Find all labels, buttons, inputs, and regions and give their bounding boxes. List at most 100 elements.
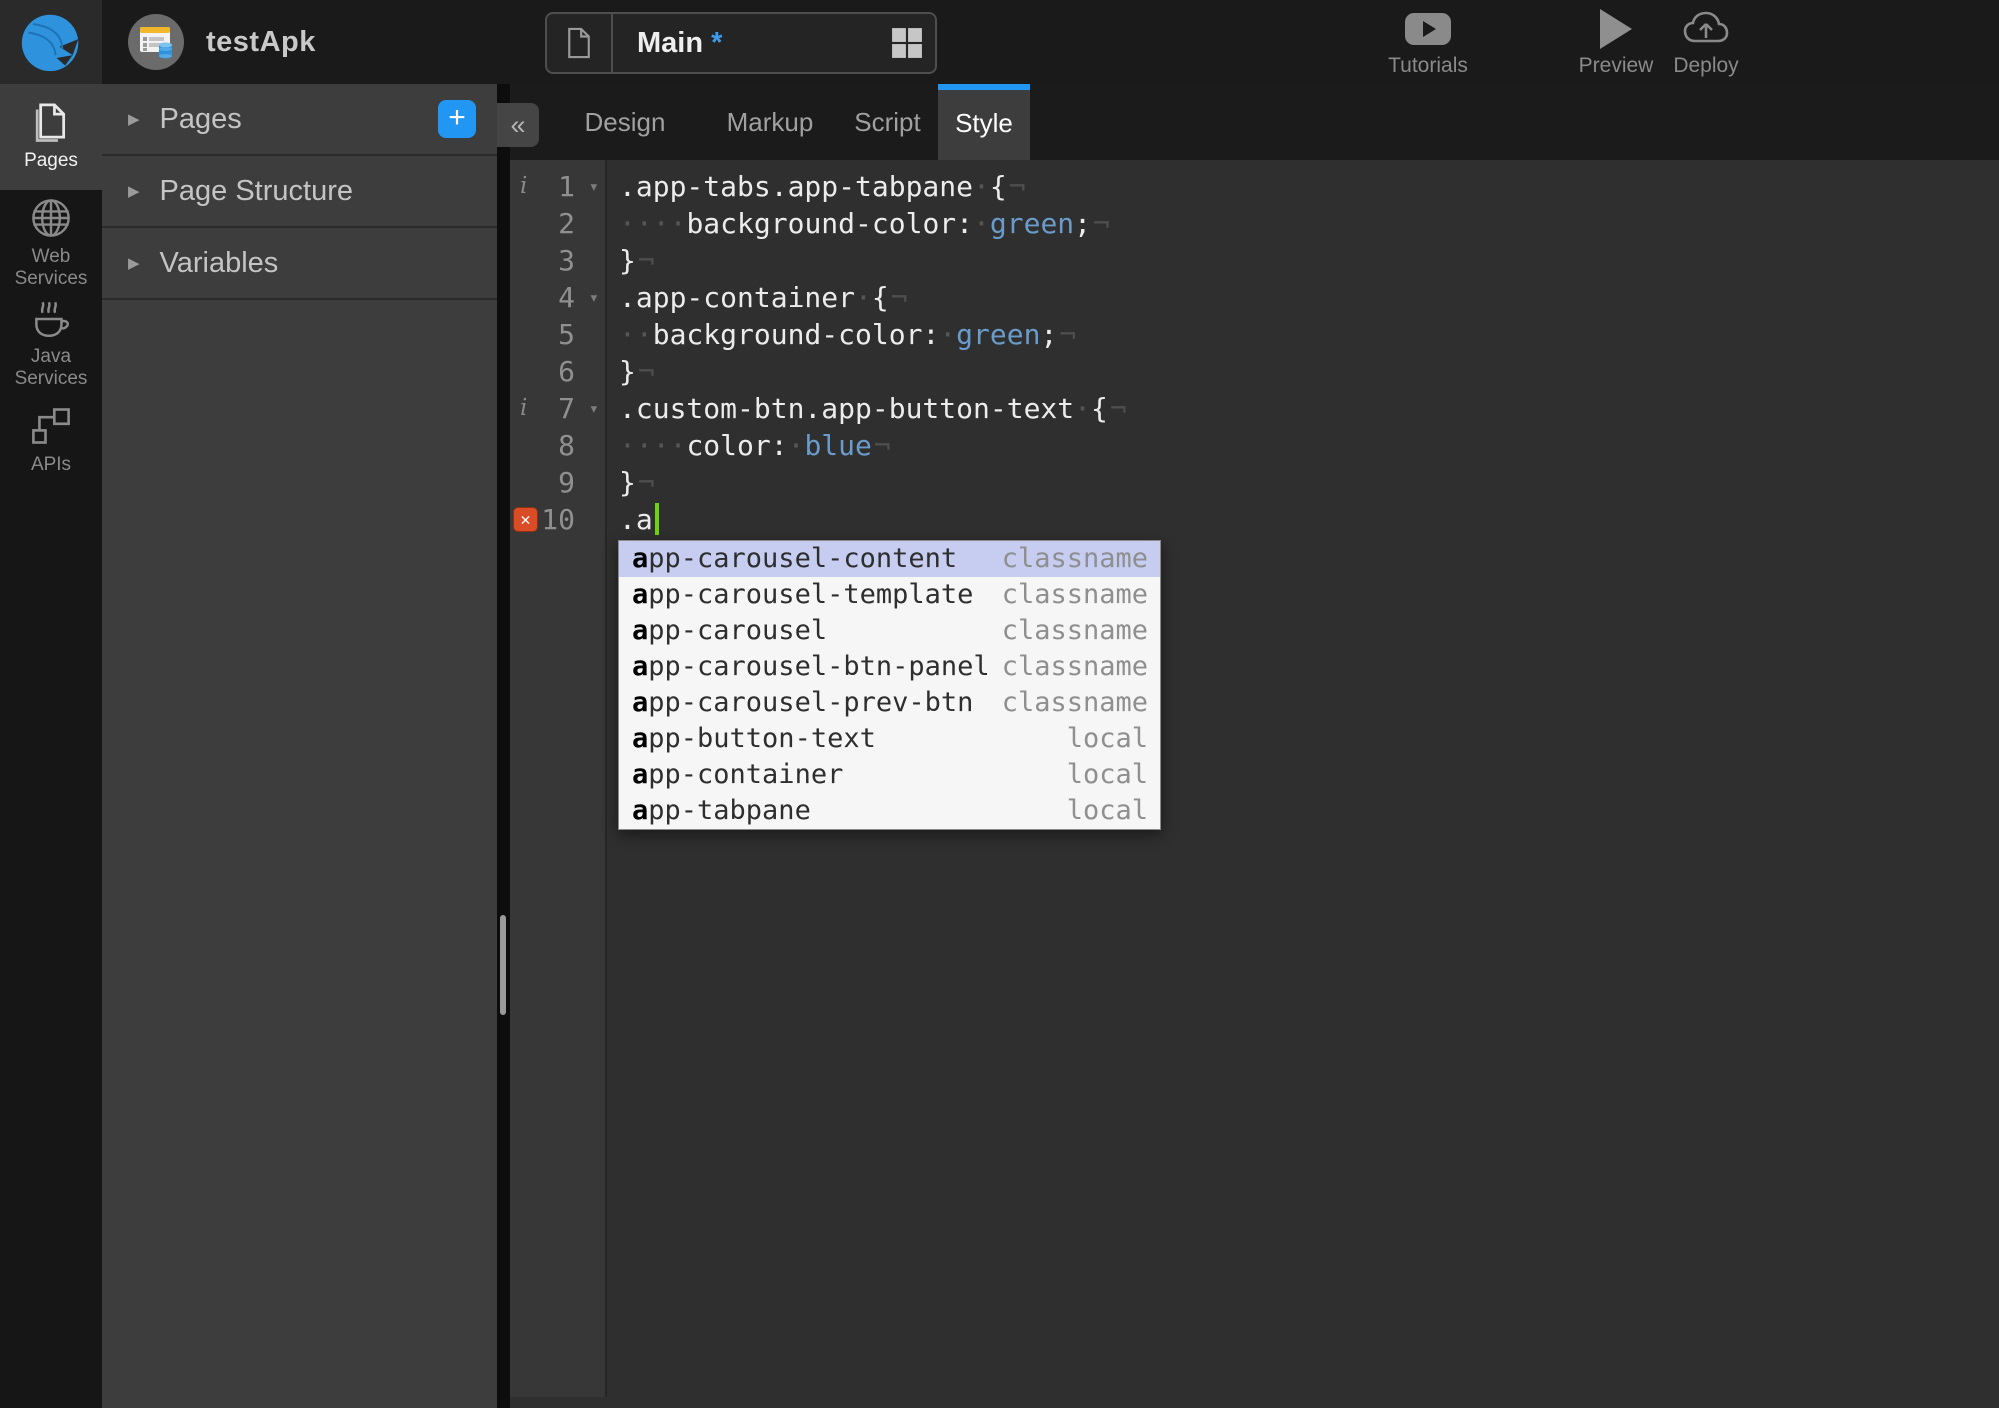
line-number: 3 bbox=[558, 244, 575, 277]
whitespace-dot: · bbox=[973, 207, 990, 240]
sidebar-item-label: APIs bbox=[30, 454, 72, 475]
whitespace-dot: · bbox=[652, 207, 670, 240]
main-sidebar: Pages Web Services Java Services APIs bbox=[0, 84, 102, 1408]
code-line-4[interactable]: .app-container·{¬ bbox=[619, 279, 1999, 316]
panel-editor-divider bbox=[497, 84, 510, 1408]
expand-arrow-icon[interactable]: ▶ bbox=[128, 110, 140, 128]
expand-arrow-icon[interactable]: ▶ bbox=[128, 182, 140, 200]
pages-grid-icon[interactable] bbox=[879, 27, 935, 59]
gutter-line-4[interactable]: 4 ▾ bbox=[510, 279, 605, 316]
sidebar-item-apis[interactable]: APIs bbox=[0, 404, 102, 476]
section-label: Pages bbox=[159, 102, 242, 135]
newline-mark: ¬ bbox=[890, 281, 908, 314]
css-token: { bbox=[871, 281, 889, 314]
css-token: background-color: bbox=[686, 207, 974, 240]
completion-name: app-carousel-btn-panel bbox=[632, 651, 990, 682]
tab-design[interactable]: Design bbox=[550, 84, 700, 160]
autocomplete-item-app-carousel-template[interactable]: app-carousel-template classname bbox=[619, 577, 1160, 613]
autocomplete-item-app-tabpane[interactable]: app-tabpane local bbox=[619, 793, 1160, 829]
fold-arrow-icon[interactable]: ▾ bbox=[589, 391, 599, 428]
line-number: 1 bbox=[558, 170, 575, 203]
css-token: background-color: bbox=[652, 318, 940, 351]
line-number: 10 bbox=[541, 503, 575, 536]
fold-arrow-icon[interactable]: ▾ bbox=[589, 280, 599, 317]
fold-arrow-icon[interactable]: ▾ bbox=[589, 169, 599, 206]
whitespace-dot: · bbox=[635, 429, 653, 462]
sidebar-item-web-services[interactable]: Web Services bbox=[0, 196, 102, 290]
autocomplete-popup: app-carousel-content classname app-carouse… bbox=[618, 540, 1161, 830]
autocomplete-item-app-carousel-btn-panel[interactable]: app-carousel-btn-panel classname bbox=[619, 649, 1160, 685]
expand-arrow-icon[interactable]: ▶ bbox=[128, 254, 140, 272]
code-line-6[interactable]: }¬ bbox=[619, 353, 1999, 390]
gutter-line-10[interactable]: ✕ 10 bbox=[510, 501, 605, 538]
gutter-line-3[interactable]: 3 bbox=[510, 242, 605, 279]
whitespace-dot: · bbox=[635, 207, 653, 240]
gutter-line-7[interactable]: i 7 ▾ bbox=[510, 390, 605, 427]
brand-logo-icon bbox=[17, 10, 85, 74]
sidebar-item-label: Web Services bbox=[14, 246, 88, 289]
pages-panel: ▶ Pages + ▶ Page Structure ▶ Variables bbox=[102, 84, 497, 1408]
newline-mark: ¬ bbox=[873, 429, 891, 462]
tab-markup[interactable]: Markup bbox=[700, 84, 840, 160]
line-number: 9 bbox=[558, 466, 575, 499]
preview-button[interactable]: Preview bbox=[1578, 8, 1654, 78]
newline-mark: ¬ bbox=[637, 466, 655, 499]
code-line-10[interactable]: .a bbox=[619, 501, 1999, 538]
completion-type: classname bbox=[1001, 579, 1148, 610]
java-services-coffee-icon bbox=[0, 296, 102, 340]
page-selector[interactable]: Main * bbox=[545, 12, 937, 74]
apis-flow-icon bbox=[0, 404, 102, 448]
gutter-line-5[interactable]: 5 bbox=[510, 316, 605, 353]
completion-type: local bbox=[1066, 759, 1148, 790]
section-label: Variables bbox=[159, 246, 279, 279]
sidebar-item-pages[interactable]: Pages bbox=[0, 84, 102, 190]
gutter-line-6[interactable]: 6 bbox=[510, 353, 605, 390]
brand-logo-button[interactable] bbox=[0, 0, 102, 84]
completion-type: classname bbox=[1001, 687, 1148, 718]
tab-style[interactable]: Style bbox=[938, 84, 1030, 160]
autocomplete-item-app-button-text[interactable]: app-button-text local bbox=[619, 721, 1160, 757]
completion-type: local bbox=[1066, 795, 1148, 826]
code-line-7[interactable]: .custom-btn.app-button-text·{¬ bbox=[619, 390, 1999, 427]
whitespace-dot: · bbox=[787, 429, 805, 462]
section-variables[interactable]: ▶ Variables bbox=[102, 228, 497, 300]
current-app[interactable]: testApk bbox=[128, 0, 316, 84]
code-line-1[interactable]: .app-tabs.app-tabpane·{¬ bbox=[619, 168, 1999, 205]
add-page-button[interactable]: + bbox=[438, 100, 476, 138]
css-token: } bbox=[619, 244, 636, 277]
code-line-3[interactable]: }¬ bbox=[619, 242, 1999, 279]
gutter-line-9[interactable]: 9 bbox=[510, 464, 605, 501]
css-token: } bbox=[619, 355, 636, 388]
newline-mark: ¬ bbox=[1059, 318, 1077, 351]
autocomplete-item-app-container[interactable]: app-container local bbox=[619, 757, 1160, 793]
gutter-line-1[interactable]: i 1 ▾ bbox=[510, 168, 605, 205]
sidebar-item-java-services[interactable]: Java Services bbox=[0, 296, 102, 390]
code-line-8[interactable]: ····color:·blue¬ bbox=[619, 427, 1999, 464]
whitespace-dot: · bbox=[1074, 392, 1092, 425]
code-line-5[interactable]: ··background-color:·green;¬ bbox=[619, 316, 1999, 353]
error-icon[interactable]: ✕ bbox=[513, 507, 538, 532]
info-icon[interactable]: i bbox=[520, 168, 527, 205]
preview-label: Preview bbox=[1578, 54, 1654, 77]
collapse-panel-button[interactable]: « bbox=[497, 103, 539, 147]
completion-type: classname bbox=[1001, 543, 1148, 574]
section-page-structure[interactable]: ▶ Page Structure bbox=[102, 156, 497, 228]
tab-script[interactable]: Script bbox=[840, 84, 935, 160]
gutter-line-2[interactable]: 2 bbox=[510, 205, 605, 242]
deploy-button[interactable]: Deploy bbox=[1668, 8, 1744, 78]
code-line-2[interactable]: ····background-color:·green;¬ bbox=[619, 205, 1999, 242]
info-icon[interactable]: i bbox=[520, 390, 527, 427]
whitespace-dot: · bbox=[619, 207, 636, 240]
scrollbar-thumb[interactable] bbox=[500, 915, 506, 1015]
whitespace-dot: · bbox=[855, 281, 872, 314]
code-line-9[interactable]: }¬ bbox=[619, 464, 1999, 501]
css-token: { bbox=[989, 170, 1007, 203]
autocomplete-item-app-carousel[interactable]: app-carousel classname bbox=[619, 613, 1160, 649]
autocomplete-item-app-carousel-prev-btn[interactable]: app-carousel-prev-btn classname bbox=[619, 685, 1160, 721]
section-pages[interactable]: ▶ Pages + bbox=[102, 84, 497, 156]
newline-mark: ¬ bbox=[637, 244, 655, 277]
gutter-line-8[interactable]: 8 bbox=[510, 427, 605, 464]
tutorials-button[interactable]: Tutorials bbox=[1386, 8, 1470, 78]
completion-name: app-tabpane bbox=[632, 795, 811, 826]
autocomplete-item-app-carousel-content[interactable]: app-carousel-content classname bbox=[619, 541, 1160, 577]
